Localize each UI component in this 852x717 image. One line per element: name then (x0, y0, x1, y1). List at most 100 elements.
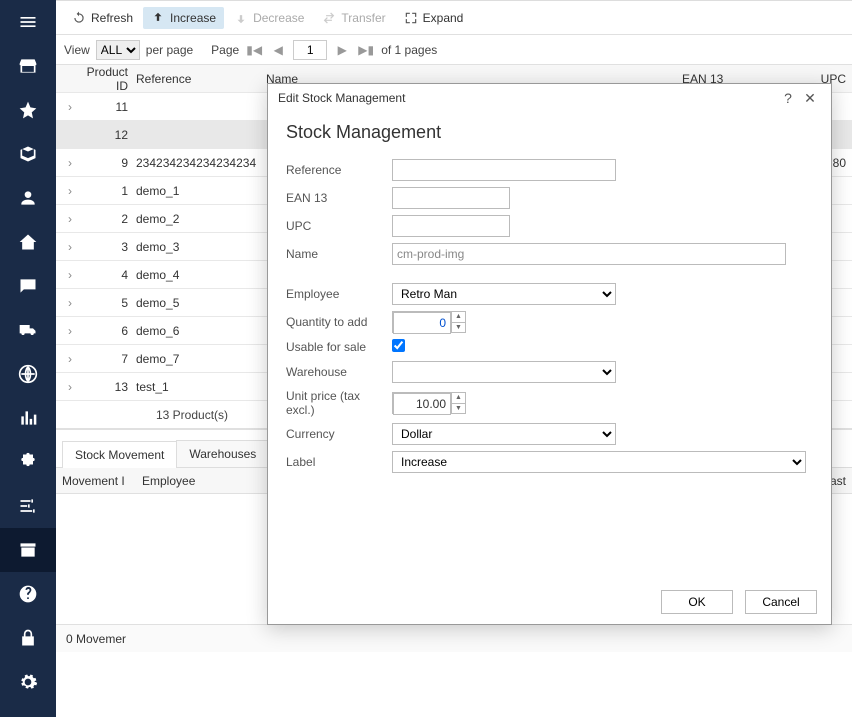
expand-icon[interactable]: › (60, 296, 80, 310)
dialog-title: Edit Stock Management (278, 91, 405, 105)
transfer-button: Transfer (314, 7, 393, 29)
puzzle-icon[interactable] (0, 440, 56, 484)
reference-input[interactable] (392, 159, 616, 181)
employee-label: Employee (286, 287, 392, 301)
expand-icon[interactable]: › (60, 268, 80, 282)
dialog-titlebar: Edit Stock Management ? ✕ (268, 84, 831, 112)
globe-icon[interactable] (0, 352, 56, 396)
cell-product-id: 9 (80, 156, 136, 170)
employee-select[interactable]: Retro Man (392, 283, 616, 305)
currency-label: Currency (286, 427, 392, 441)
qty-label: Quantity to add (286, 315, 392, 329)
refresh-label: Refresh (91, 11, 133, 25)
cell-product-id: 4 (80, 268, 136, 282)
expand-button[interactable]: Expand (396, 7, 472, 29)
cell-reference: demo_6 (136, 324, 266, 338)
expand-icon[interactable]: › (60, 380, 80, 394)
warehouse-select[interactable] (392, 361, 616, 383)
qty-down-icon[interactable]: ▼ (452, 323, 465, 333)
qty-up-icon[interactable]: ▲ (452, 312, 465, 323)
increase-label: Increase (170, 11, 216, 25)
prev-page-icon[interactable]: ◀ (269, 41, 287, 59)
expand-icon[interactable]: › (60, 240, 80, 254)
of-pages-label: of 1 pages (381, 43, 437, 57)
close-icon[interactable]: ✕ (799, 90, 821, 107)
col-reference[interactable]: Reference (136, 72, 266, 86)
cell-product-id: 13 (80, 380, 136, 394)
subgrid-footer: 0 Movemer (56, 624, 852, 652)
price-label: Unit price (tax excl.) (286, 389, 392, 417)
refresh-button[interactable]: Refresh (64, 7, 141, 29)
sliders-icon[interactable] (0, 484, 56, 528)
menu-icon[interactable] (0, 0, 56, 44)
qty-stepper[interactable]: ▲▼ (392, 311, 466, 333)
upc-input[interactable] (392, 215, 510, 237)
per-page-select[interactable]: ALL (96, 40, 140, 60)
increase-button[interactable]: Increase (143, 7, 224, 29)
expand-label: Expand (423, 11, 464, 25)
tab-stock-movement[interactable]: Stock Movement (62, 441, 177, 468)
message-icon[interactable] (0, 264, 56, 308)
cell-product-id: 6 (80, 324, 136, 338)
next-page-icon[interactable]: ▶ (333, 41, 351, 59)
col-movement[interactable]: Movement I (62, 474, 132, 488)
page-label: Page (211, 43, 239, 57)
expand-icon[interactable]: › (60, 324, 80, 338)
chart-icon[interactable] (0, 396, 56, 440)
dialog-heading: Stock Management (286, 122, 813, 143)
truck-icon[interactable] (0, 308, 56, 352)
first-page-icon[interactable]: ▮◀ (245, 41, 263, 59)
name-label: Name (286, 247, 392, 261)
tab-warehouses[interactable]: Warehouses (176, 440, 269, 467)
expand-icon[interactable]: › (60, 352, 80, 366)
decrease-button: Decrease (226, 7, 312, 29)
dialog-footer: OK Cancel (268, 580, 831, 624)
cancel-button[interactable]: Cancel (745, 590, 817, 614)
ean-input[interactable] (392, 187, 510, 209)
page-input[interactable] (293, 40, 327, 60)
person-icon[interactable] (0, 176, 56, 220)
view-label: View (64, 43, 90, 57)
currency-select[interactable]: Dollar (392, 423, 616, 445)
warehouse-label: Warehouse (286, 365, 392, 379)
label-select[interactable]: Increase (392, 451, 806, 473)
dialog-body: Stock Management Reference EAN 13 UPC Na… (268, 112, 831, 580)
box-icon[interactable] (0, 132, 56, 176)
expand-icon[interactable]: › (60, 212, 80, 226)
star-icon[interactable] (0, 88, 56, 132)
price-stepper[interactable]: ▲▼ (392, 392, 466, 414)
price-input[interactable] (393, 393, 451, 415)
expand-icon[interactable]: › (60, 184, 80, 198)
home-icon[interactable] (0, 220, 56, 264)
store-icon[interactable] (0, 44, 56, 88)
lock-icon[interactable] (0, 616, 56, 660)
last-page-icon[interactable]: ▶▮ (357, 41, 375, 59)
cell-reference: test_1 (136, 380, 266, 394)
cell-reference: demo_2 (136, 212, 266, 226)
label-label: Label (286, 455, 392, 469)
usable-checkbox[interactable] (392, 339, 405, 352)
cell-product-id: 1 (80, 184, 136, 198)
help-icon[interactable]: ? (777, 90, 799, 106)
qty-input[interactable] (393, 312, 451, 334)
upc-label: UPC (286, 219, 392, 233)
help-icon[interactable] (0, 572, 56, 616)
gear-icon[interactable] (0, 660, 56, 704)
sidebar (0, 0, 56, 717)
cell-reference: demo_3 (136, 240, 266, 254)
cell-reference: 234234234234234234 (136, 156, 266, 170)
expand-icon[interactable]: › (60, 100, 80, 114)
archive-icon[interactable] (0, 528, 56, 572)
price-down-icon[interactable]: ▼ (452, 404, 465, 414)
ok-button[interactable]: OK (661, 590, 733, 614)
cell-product-id: 3 (80, 240, 136, 254)
expand-icon[interactable]: › (60, 156, 80, 170)
cell-product-id: 12 (80, 128, 136, 142)
col-product-id[interactable]: Product ID (80, 65, 136, 93)
per-page-label: per page (146, 43, 193, 57)
cell-product-id: 11 (80, 100, 136, 114)
toolbar: Refresh Increase Decrease Transfer Expan… (56, 1, 852, 35)
col-employee[interactable]: Employee (142, 474, 222, 488)
price-up-icon[interactable]: ▲ (452, 393, 465, 404)
ean-label: EAN 13 (286, 191, 392, 205)
